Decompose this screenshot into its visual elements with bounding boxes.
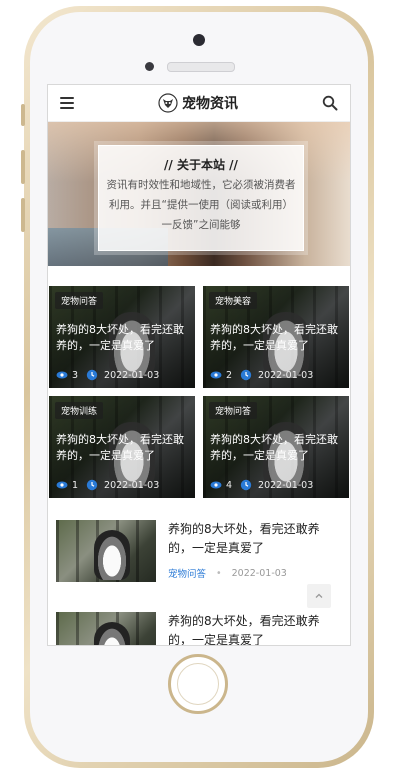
list-item-body: 养狗的8大坏处，看完还敢养的，一定是真爱了 宠物问答 • 2022-01-03	[168, 520, 342, 582]
chevron-up-icon	[315, 593, 323, 598]
article-thumbnail[interactable]	[56, 612, 156, 645]
card-meta: 1 2022-01-03	[56, 479, 189, 491]
card-date: 2022-01-03	[104, 479, 160, 491]
article-meta: 宠物问答 • 2022-01-03	[168, 566, 342, 581]
card-title[interactable]: 养狗的8大坏处，看完还敢养的，一定是真爱了	[56, 432, 189, 464]
card-category-tag[interactable]: 宠物美容	[209, 292, 258, 309]
card-category-tag[interactable]: 宠物问答	[55, 292, 104, 309]
view-count: 4	[226, 479, 233, 491]
meta-separator: •	[216, 567, 222, 579]
about-text: 资讯有时效性和地域性，它必须被消费者利用。并且“提供一使用（阅读或利用）一反馈”…	[106, 179, 296, 231]
card-meta: 3 2022-01-03	[56, 369, 189, 381]
clock-icon	[240, 479, 252, 491]
dog-logo-icon	[158, 93, 178, 113]
mute-switch	[21, 104, 25, 126]
hero-banner: // 关于本站 // 资讯有时效性和地域性，它必须被消费者利用。并且“提供一使用…	[48, 122, 350, 266]
featured-card[interactable]: 宠物美容 养狗的8大坏处，看完还敢养的，一定是真爱了 2 2022-01-03	[203, 286, 349, 388]
about-title: // 关于本站 //	[164, 158, 238, 172]
card-title[interactable]: 养狗的8大坏处，看完还敢养的，一定是真爱了	[210, 432, 343, 464]
view-count: 1	[72, 479, 79, 491]
eye-icon	[56, 371, 68, 379]
card-title[interactable]: 养狗的8大坏处，看完还敢养的，一定是真爱了	[56, 322, 189, 354]
article-thumbnail[interactable]	[56, 520, 156, 582]
view-count: 2	[226, 369, 233, 381]
card-title[interactable]: 养狗的8大坏处，看完还敢养的，一定是真爱了	[210, 322, 343, 354]
article-list: 养狗的8大坏处，看完还敢养的，一定是真爱了 宠物问答 • 2022-01-03 …	[48, 498, 350, 645]
card-date: 2022-01-03	[104, 369, 160, 381]
card-date: 2022-01-03	[258, 479, 314, 491]
site-brand[interactable]: 宠物资讯	[158, 93, 238, 113]
home-button[interactable]	[168, 654, 228, 714]
clock-icon	[240, 369, 252, 381]
earpiece-speaker	[167, 62, 235, 72]
article-date: 2022-01-03	[231, 567, 287, 579]
view-count: 3	[72, 369, 79, 381]
search-icon[interactable]	[322, 95, 338, 111]
card-date: 2022-01-03	[258, 369, 314, 381]
phone-screen: 宠物资讯 // 关于本站 // 资讯有时效性和地域性，它必须被消费者利用。并且“…	[47, 84, 351, 646]
volume-down-button	[21, 198, 25, 232]
back-to-top-button[interactable]	[307, 584, 331, 608]
eye-icon	[56, 481, 68, 489]
article-category-link[interactable]: 宠物问答	[168, 566, 206, 580]
about-box: // 关于本站 // 资讯有时效性和地域性，它必须被消费者利用。并且“提供一使用…	[98, 145, 304, 251]
featured-card[interactable]: 宠物训练 养狗的8大坏处，看完还敢养的，一定是真爱了 1 2022-01-03	[49, 396, 195, 498]
list-item[interactable]: 养狗的8大坏处，看完还敢养的，一定是真爱了 宠物问答 • 2022-01-03	[48, 520, 350, 582]
eye-icon	[210, 481, 222, 489]
eye-icon	[210, 371, 222, 379]
featured-grid: 宠物问答 养狗的8大坏处，看完还敢养的，一定是真爱了 3 2022-01-03 …	[48, 266, 350, 498]
site-header: 宠物资讯	[48, 85, 350, 122]
card-category-tag[interactable]: 宠物训练	[55, 402, 104, 419]
article-title[interactable]: 养狗的8大坏处，看完还敢养的，一定是真爱了	[168, 612, 342, 645]
volume-up-button	[21, 150, 25, 184]
list-item-body: 养狗的8大坏处，看完还敢养的，一定是真爱了	[168, 612, 342, 645]
brand-name: 宠物资讯	[182, 96, 238, 112]
article-title[interactable]: 养狗的8大坏处，看完还敢养的，一定是真爱了	[168, 520, 342, 558]
featured-card[interactable]: 宠物问答 养狗的8大坏处，看完还敢养的，一定是真爱了 3 2022-01-03	[49, 286, 195, 388]
card-meta: 2 2022-01-03	[210, 369, 343, 381]
front-camera	[193, 34, 205, 46]
menu-icon[interactable]	[60, 97, 74, 109]
featured-card[interactable]: 宠物问答 养狗的8大坏处，看完还敢养的，一定是真爱了 4 2022-01-03	[203, 396, 349, 498]
proximity-sensor	[145, 62, 154, 71]
card-meta: 4 2022-01-03	[210, 479, 343, 491]
clock-icon	[86, 369, 98, 381]
list-item[interactable]: 养狗的8大坏处，看完还敢养的，一定是真爱了	[48, 612, 350, 645]
card-category-tag[interactable]: 宠物问答	[209, 402, 258, 419]
clock-icon	[86, 479, 98, 491]
